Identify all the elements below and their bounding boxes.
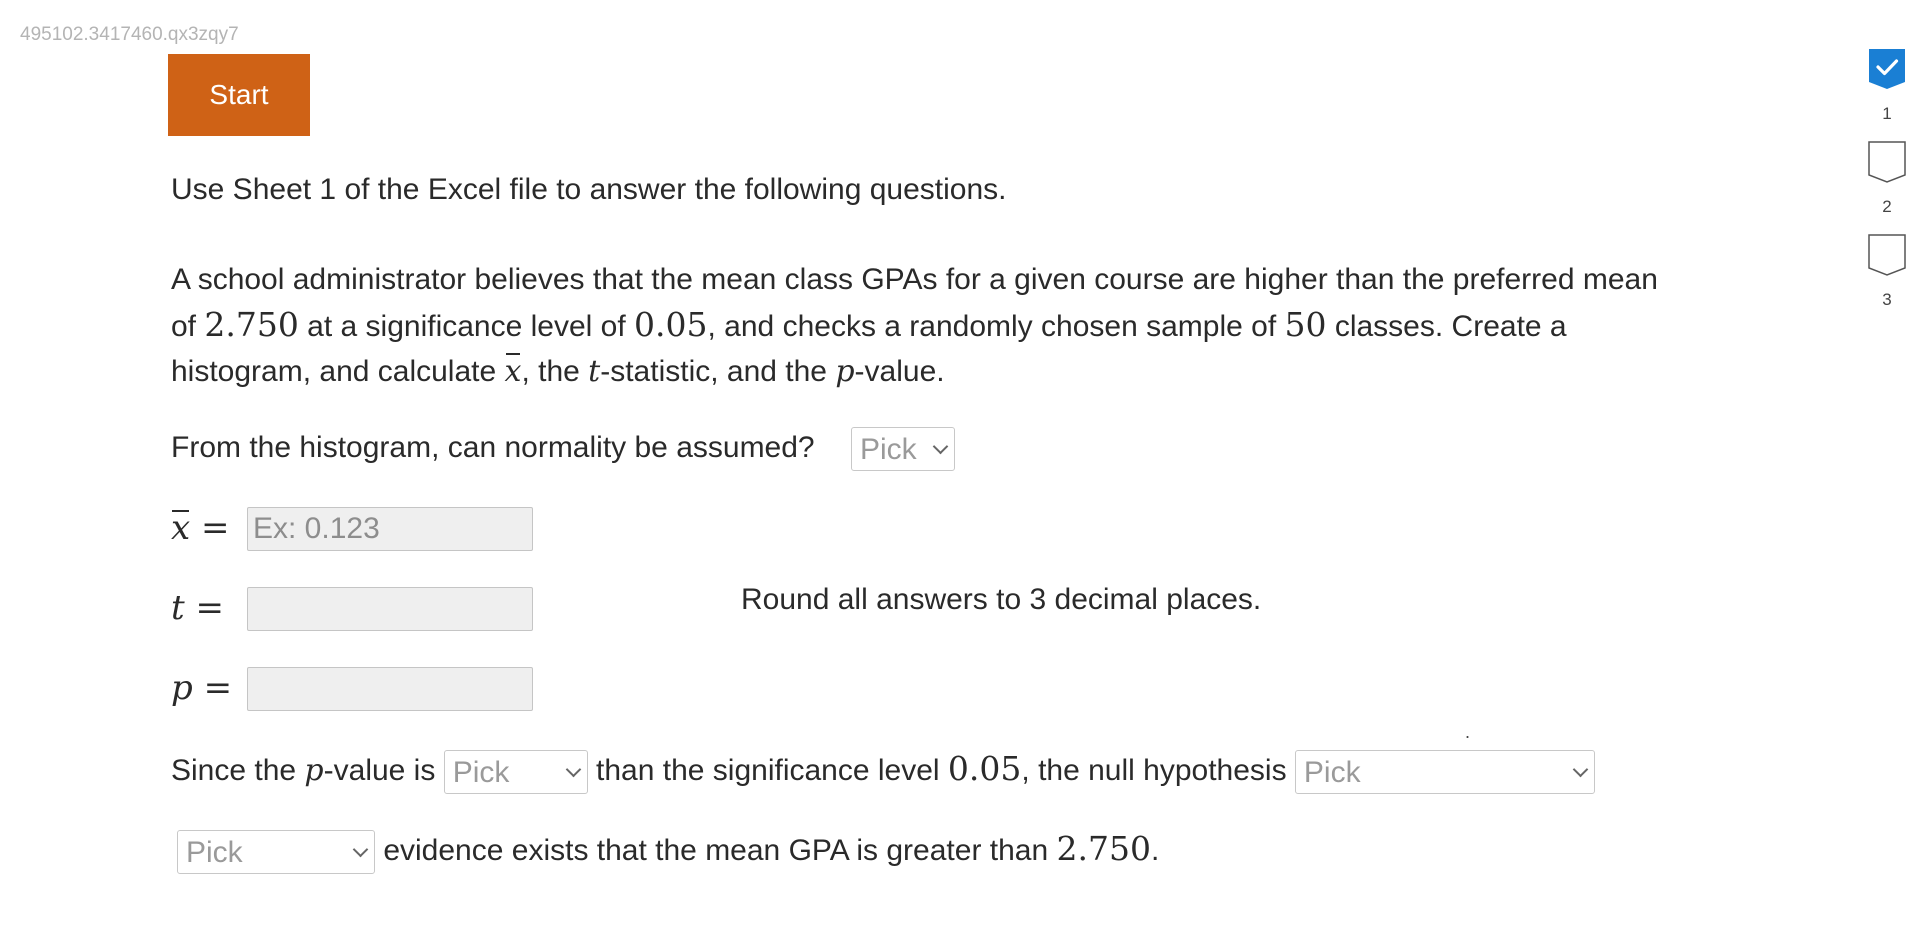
evidence-end: . xyxy=(1150,834,1160,867)
t-label: t = xyxy=(171,588,224,628)
p-field-row: p = xyxy=(171,666,533,711)
normality-label: From the histogram, can normality be ass… xyxy=(171,431,815,464)
xbar-label: x = xyxy=(171,506,247,551)
chevron-down-icon xyxy=(352,841,369,857)
t-symbol: t xyxy=(588,354,601,389)
alpha-value: 0.05 xyxy=(634,305,708,344)
problem-text-6: -statistic, and the xyxy=(600,355,836,388)
problem-statement: A school administrator believes that the… xyxy=(171,257,1691,394)
xbar-field-row: x = xyxy=(171,506,533,551)
problem-text-5: , the xyxy=(521,355,589,388)
progress-number: 2 xyxy=(1882,197,1892,216)
question-progress: 1 2 3 xyxy=(1868,48,1906,327)
t-input[interactable] xyxy=(247,586,533,631)
conclusion-p-symbol: p xyxy=(304,753,324,788)
progress-number: 1 xyxy=(1882,104,1892,123)
session-id: 495102.3417460.qx3zqy7 xyxy=(20,24,239,45)
sample-size: 50 xyxy=(1284,305,1327,344)
evidence-mean: 2.750 xyxy=(1056,829,1151,868)
problem-text-7: -value. xyxy=(854,355,945,388)
p-label: p = xyxy=(171,668,233,708)
chevron-down-icon xyxy=(565,761,581,777)
evidence-sentence: Pick evidence exists that the mean GPA i… xyxy=(177,826,1160,875)
conclusion-text-2: -value is xyxy=(323,754,444,787)
xbar-symbol: x xyxy=(505,349,521,394)
progress-item-1[interactable]: 1 xyxy=(1868,48,1906,141)
problem-text-2: at a significance level of xyxy=(298,310,635,343)
chevron-down-icon xyxy=(932,438,949,454)
normality-select[interactable]: Pick xyxy=(850,427,955,472)
conclusion-text-4: , the null hypothesis xyxy=(1021,754,1295,787)
conclusion-sentence: Since the p-value is Pick than the signi… xyxy=(171,746,1595,795)
mean-value: 2.750 xyxy=(204,305,299,344)
empty-bookmark-icon xyxy=(1868,141,1906,183)
evidence-select[interactable]: Pick xyxy=(177,830,375,875)
p-input[interactable] xyxy=(247,666,533,711)
hypothesis-select[interactable]: Pick xyxy=(1294,750,1595,795)
progress-item-3[interactable]: 3 xyxy=(1868,234,1906,327)
evidence-text: evidence exists that the mean GPA is gre… xyxy=(375,834,1057,867)
progress-item-2[interactable]: 2 xyxy=(1868,141,1906,234)
progress-number: 3 xyxy=(1882,290,1892,309)
problem-text-3: , and checks a randomly chosen sample of xyxy=(707,310,1285,343)
start-button[interactable]: Start xyxy=(168,54,310,136)
conclusion-alpha: 0.05 xyxy=(947,749,1022,788)
normality-select-value: Pick xyxy=(859,432,917,466)
normality-question: From the histogram, can normality be ass… xyxy=(171,425,955,472)
chevron-down-icon xyxy=(1572,761,1589,777)
intro-text: Use Sheet 1 of the Excel file to answer … xyxy=(171,173,1007,206)
comparison-select-value: Pick xyxy=(452,755,510,789)
conclusion-text-1: Since the xyxy=(171,754,305,787)
evidence-select-value: Pick xyxy=(186,835,243,869)
xbar-input[interactable] xyxy=(247,506,533,551)
comparison-select[interactable]: Pick xyxy=(443,750,588,795)
round-note: Round all answers to 3 decimal places. xyxy=(741,583,1262,616)
empty-bookmark-icon xyxy=(1868,234,1906,276)
t-field-row: t = xyxy=(171,586,533,631)
hypothesis-select-value: Pick xyxy=(1303,755,1361,789)
p-symbol: p xyxy=(835,354,855,389)
conclusion-text-3: than the significance level xyxy=(587,754,948,787)
checked-bookmark-icon xyxy=(1869,49,1905,89)
stray-dot: . xyxy=(1465,722,1471,742)
